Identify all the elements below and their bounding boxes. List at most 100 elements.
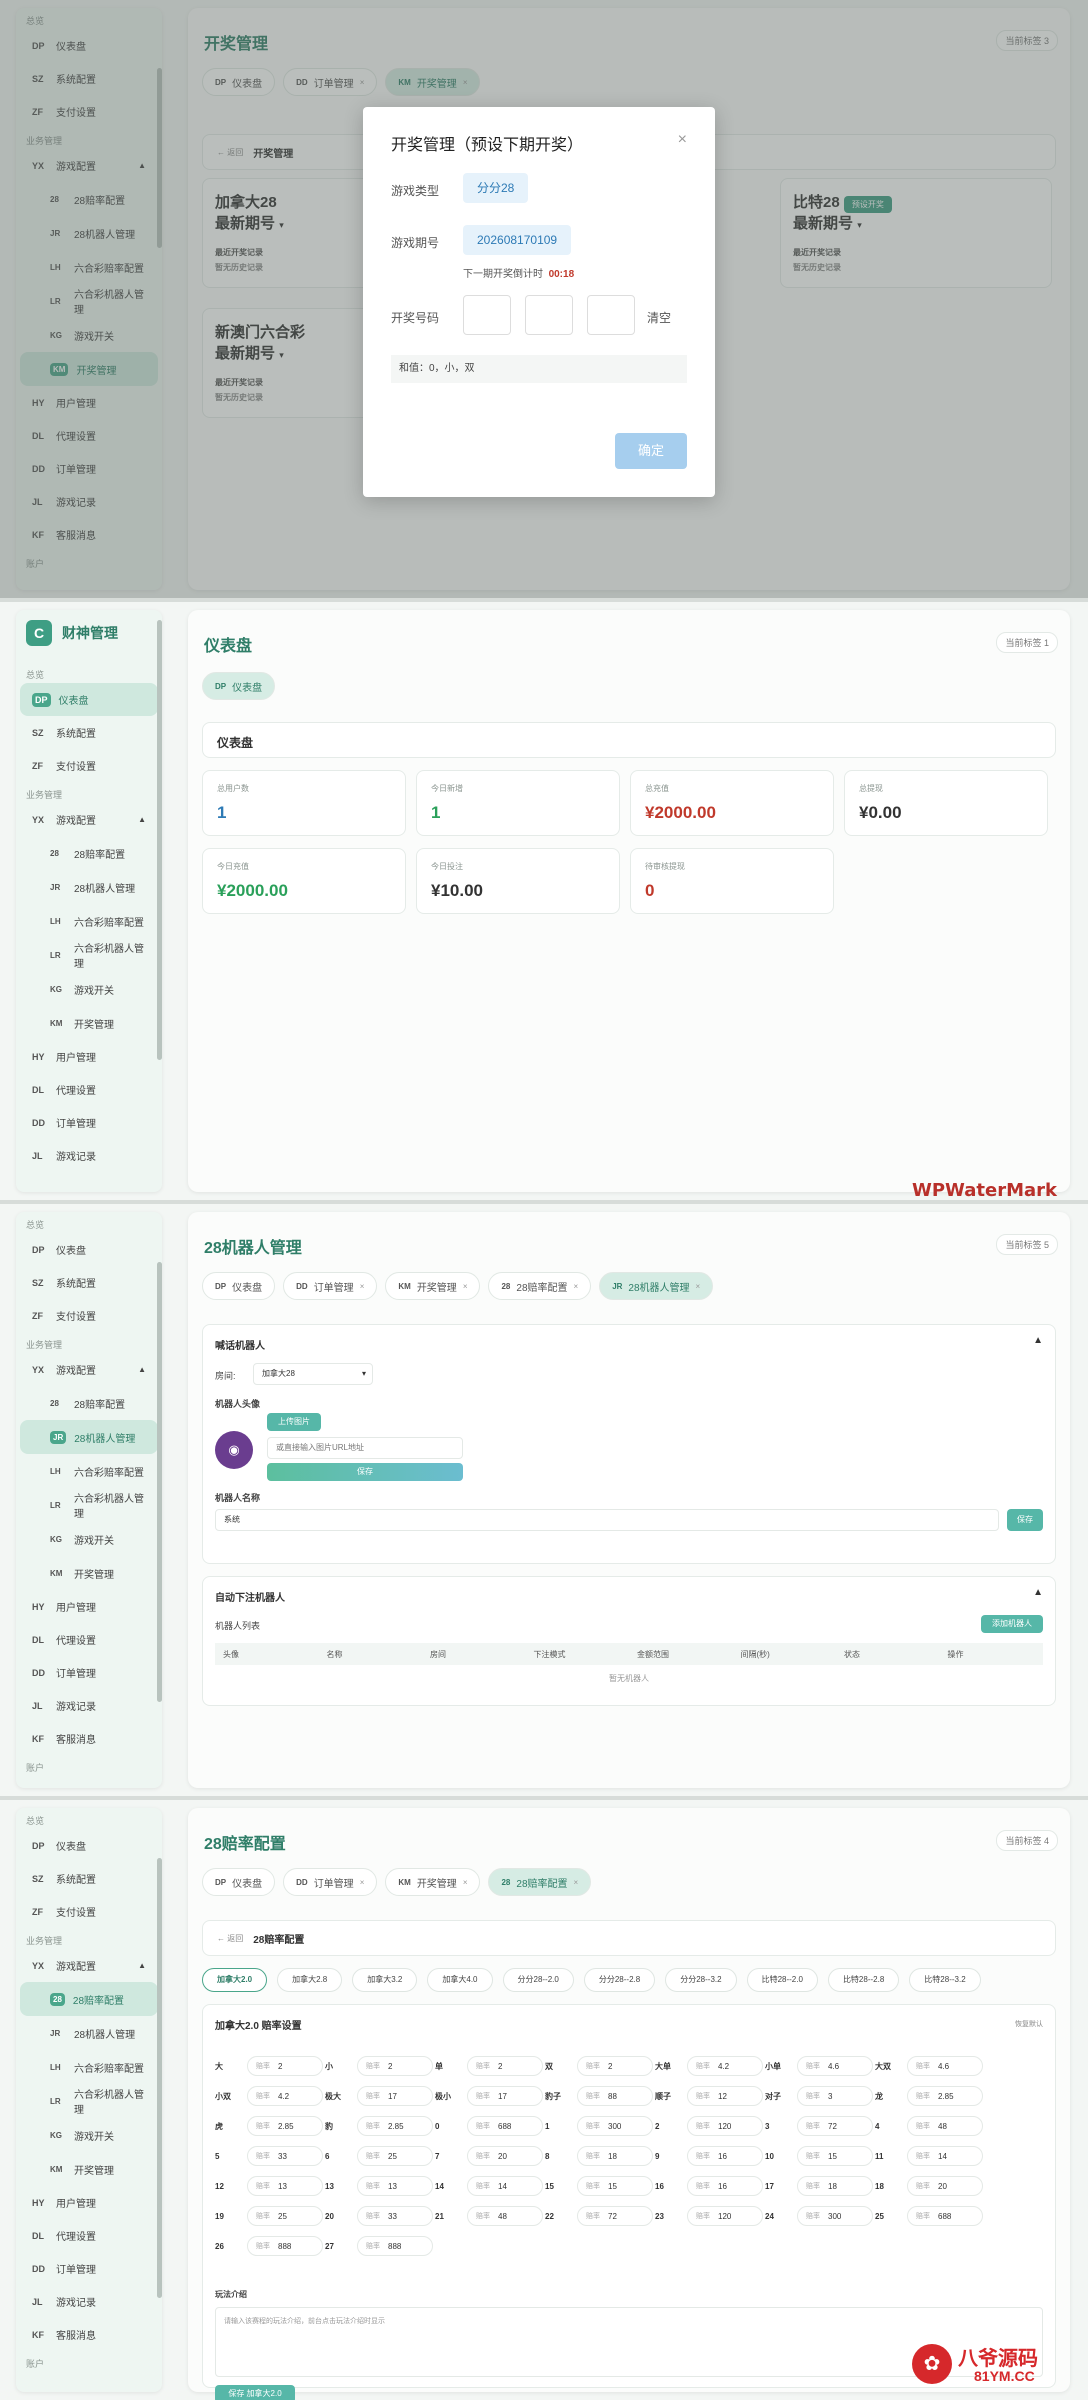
variant-tab[interactable]: 分分28--2.8 — [583, 1968, 656, 1992]
sidebar-item-lhc-odds[interactable]: LH 六合彩赔率配置 — [20, 1454, 158, 1488]
sidebar-scrollbar[interactable] — [157, 620, 162, 1060]
sidebar-item-system[interactable]: SZ 系统配置 — [20, 1266, 158, 1299]
odds-input[interactable]: 赔率 33 — [357, 2206, 433, 2226]
chevron-up-icon[interactable]: ▲ — [1033, 1587, 1043, 1598]
sidebar-item-28-odds[interactable]: 28 28赔率配置 — [20, 1386, 158, 1420]
room-select[interactable]: 加拿大28 ▾ — [253, 1363, 373, 1385]
sidebar-item-lhc-odds[interactable]: LH 六合彩赔率配置 — [20, 904, 158, 938]
odds-input[interactable]: 赔率 14 — [907, 2146, 983, 2166]
sidebar-item-records[interactable]: JL 游戏记录 — [20, 2285, 158, 2318]
tab-28-odds[interactable]: 28 28赔率配置 × — [488, 1272, 592, 1300]
confirm-button[interactable]: 确定 — [615, 433, 687, 469]
odds-input[interactable]: 赔率 4.2 — [247, 2086, 323, 2106]
variant-tab[interactable]: 分分28--3.2 — [665, 1968, 737, 1992]
sidebar-item-agent[interactable]: DL 代理设置 — [20, 2219, 158, 2252]
odds-input[interactable]: 赔率 14 — [467, 2176, 543, 2196]
robot-name-input[interactable]: 系统 — [215, 1509, 999, 1531]
close-icon[interactable]: × — [360, 1878, 365, 1887]
odds-input[interactable]: 赔率 18 — [577, 2146, 653, 2166]
reset-default-link[interactable]: 恢复默认 — [1015, 2019, 1043, 2029]
back-link[interactable]: ← 返回 — [217, 1933, 243, 1944]
sidebar-item-users[interactable]: HY 用户管理 — [20, 1040, 158, 1073]
avatar-url-input[interactable]: 或直接输入图片URL地址 — [267, 1437, 463, 1459]
close-icon[interactable]: × — [574, 1878, 579, 1887]
odds-input[interactable]: 赔率 2.85 — [907, 2086, 983, 2106]
variant-tab[interactable]: 加拿大2.8 — [277, 1968, 343, 1992]
sidebar-item-28-robot[interactable]: JR 28机器人管理 — [20, 1420, 158, 1454]
sidebar-item-28-odds[interactable]: 28 28赔率配置 — [20, 1982, 158, 2016]
sidebar-item-game-switch[interactable]: KG 游戏开关 — [20, 972, 158, 1006]
sidebar-item-dashboard[interactable]: DP 仪表盘 — [20, 683, 158, 716]
odds-input[interactable]: 赔率 16 — [687, 2146, 763, 2166]
odds-input[interactable]: 赔率 300 — [577, 2116, 653, 2136]
tab-orders[interactable]: DD 订单管理 × — [283, 1272, 378, 1300]
sidebar-item-game-config[interactable]: YX 游戏配置 ▲ — [20, 1949, 158, 1982]
sidebar-scrollbar[interactable] — [157, 1858, 162, 2298]
odds-input[interactable]: 赔率 72 — [577, 2206, 653, 2226]
odds-input[interactable]: 赔率 17 — [467, 2086, 543, 2106]
variant-tab[interactable]: 比特28--3.2 — [909, 1968, 981, 1992]
tab-lottery[interactable]: KM 开奖管理 × — [385, 1868, 481, 1896]
variant-tab[interactable]: 加拿大2.0 — [202, 1968, 268, 1992]
sidebar-item-orders[interactable]: DD 订单管理 — [20, 1656, 158, 1689]
number-input-2[interactable] — [525, 295, 573, 335]
sidebar-item-support[interactable]: KF 客服消息 — [20, 2318, 158, 2351]
close-icon[interactable]: × — [463, 1878, 468, 1887]
odds-input[interactable]: 赔率 300 — [797, 2206, 873, 2226]
odds-input[interactable]: 赔率 20 — [907, 2176, 983, 2196]
variant-tab[interactable]: 加拿大4.0 — [427, 1968, 493, 1992]
sidebar-item-agent[interactable]: DL 代理设置 — [20, 1073, 158, 1106]
odds-input[interactable]: 赔率 33 — [247, 2146, 323, 2166]
odds-input[interactable]: 赔率 2.85 — [357, 2116, 433, 2136]
sidebar-item-lottery[interactable]: KM 开奖管理 — [20, 1006, 158, 1040]
sidebar-item-payment[interactable]: ZF 支付设置 — [20, 1299, 158, 1332]
variant-tab[interactable]: 加拿大3.2 — [352, 1968, 418, 1992]
sidebar-item-agent[interactable]: DL 代理设置 — [20, 1623, 158, 1656]
save-avatar-button[interactable]: 保存 — [267, 1463, 463, 1481]
tab-dashboard[interactable]: DP 仪表盘 — [202, 672, 276, 700]
odds-input[interactable]: 赔率 120 — [687, 2206, 763, 2226]
save-name-button[interactable]: 保存 — [1007, 1509, 1043, 1531]
sidebar-item-users[interactable]: HY 用户管理 — [20, 1590, 158, 1623]
sidebar-item-lottery[interactable]: KM 开奖管理 — [20, 1556, 158, 1590]
odds-input[interactable]: 赔率 2 — [357, 2056, 433, 2076]
odds-input[interactable]: 赔率 4.6 — [797, 2056, 873, 2076]
odds-input[interactable]: 赔率 4.6 — [907, 2056, 983, 2076]
variant-tab[interactable]: 分分28--2.0 — [502, 1968, 574, 1992]
upload-button[interactable]: 上传图片 — [267, 1413, 321, 1431]
save-odds-button[interactable]: 保存 加拿大2.0 — [215, 2385, 295, 2400]
odds-input[interactable]: 赔率 17 — [357, 2086, 433, 2106]
sidebar-item-records[interactable]: JL 游戏记录 — [20, 1689, 158, 1722]
sidebar-scrollbar[interactable] — [157, 1262, 162, 1702]
odds-input[interactable]: 赔率 48 — [467, 2206, 543, 2226]
odds-input[interactable]: 赔率 2 — [247, 2056, 323, 2076]
odds-input[interactable]: 赔率 25 — [357, 2146, 433, 2166]
odds-input[interactable]: 赔率 48 — [907, 2116, 983, 2136]
close-icon[interactable]: × — [360, 1282, 365, 1291]
sidebar-item-28-robot[interactable]: JR 28机器人管理 — [20, 870, 158, 904]
game-type-field[interactable]: 分分28 — [463, 173, 529, 203]
sidebar-item-lottery[interactable]: KM 开奖管理 — [20, 2152, 158, 2186]
number-input-3[interactable] — [587, 295, 635, 335]
sidebar-item-lhc-robot[interactable]: LR 六合彩机器人管理 — [20, 1488, 158, 1522]
odds-input[interactable]: 赔率 888 — [357, 2236, 433, 2256]
odds-input[interactable]: 赔率 12 — [687, 2086, 763, 2106]
tab-lottery[interactable]: KM 开奖管理 × — [385, 1272, 481, 1300]
tab-dashboard[interactable]: DP 仪表盘 — [202, 1272, 276, 1300]
variant-tab[interactable]: 比特28--2.0 — [746, 1968, 818, 1992]
sidebar-item-system[interactable]: SZ 系统配置 — [20, 1862, 158, 1895]
sidebar-item-28-odds[interactable]: 28 28赔率配置 — [20, 836, 158, 870]
close-icon[interactable]: × — [463, 1282, 468, 1291]
sidebar-item-lhc-robot[interactable]: LR 六合彩机器人管理 — [20, 938, 158, 972]
sidebar-item-orders[interactable]: DD 订单管理 — [20, 2252, 158, 2285]
sidebar-item-payment[interactable]: ZF 支付设置 — [20, 1895, 158, 1928]
sidebar-item-payment[interactable]: ZF 支付设置 — [20, 749, 158, 782]
odds-input[interactable]: 赔率 3 — [797, 2086, 873, 2106]
odds-input[interactable]: 赔率 120 — [687, 2116, 763, 2136]
odds-input[interactable]: 赔率 16 — [687, 2176, 763, 2196]
variant-tab[interactable]: 比特28--2.8 — [827, 1968, 900, 1992]
sidebar-item-users[interactable]: HY 用户管理 — [20, 2186, 158, 2219]
sidebar-item-dashboard[interactable]: DP 仪表盘 — [20, 1829, 158, 1862]
sidebar-item-dashboard[interactable]: DP 仪表盘 — [20, 1233, 158, 1266]
sidebar-item-lhc-robot[interactable]: LR 六合彩机器人管理 — [20, 2084, 158, 2118]
